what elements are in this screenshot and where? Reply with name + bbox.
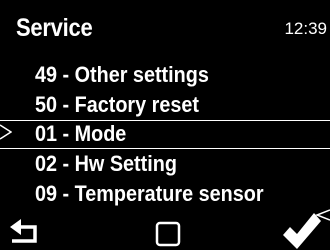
menu-item-hw-setting[interactable]: 02 - Hw Setting [0, 149, 330, 179]
service-menu-list: 49 - Other settings 50 - Factory reset 0… [0, 60, 330, 209]
back-button[interactable] [10, 213, 40, 250]
square-icon [155, 221, 181, 247]
checkmark-icon [283, 213, 321, 249]
menu-item-factory-reset[interactable]: 50 - Factory reset [0, 90, 330, 120]
menu-item-temperature-sensor[interactable]: 09 - Temperature sensor [0, 179, 330, 209]
selection-pointer-left-icon [0, 124, 12, 140]
service-screen: Service 12:39 49 - Other settings 50 - F… [0, 0, 330, 250]
menu-item-label: 09 - Temperature sensor [35, 181, 264, 206]
header-bar: Service 12:39 [0, 0, 330, 44]
clock: 12:39 [284, 19, 327, 38]
page-title: Service [16, 14, 93, 42]
menu-item-label: 02 - Hw Setting [35, 151, 177, 176]
home-button[interactable] [154, 213, 184, 250]
menu-item-other-settings[interactable]: 49 - Other settings [0, 60, 330, 90]
menu-item-mode[interactable]: 01 - Mode [0, 120, 330, 149]
menu-item-label: 49 - Other settings [35, 62, 209, 87]
confirm-button[interactable] [283, 213, 323, 250]
menu-item-label: 50 - Factory reset [35, 92, 199, 117]
menu-item-label: 01 - Mode [35, 121, 127, 146]
back-arrow-icon [10, 219, 37, 243]
softkey-bar [0, 213, 330, 250]
